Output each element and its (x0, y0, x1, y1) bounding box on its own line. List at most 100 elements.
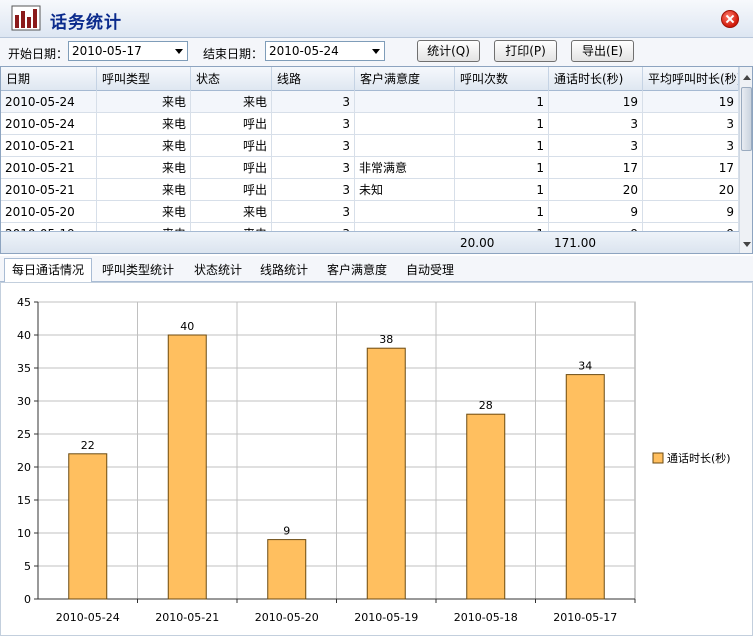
table-cell: 1 (455, 91, 549, 113)
scroll-down-icon[interactable] (740, 237, 752, 253)
data-label: 9 (283, 525, 290, 538)
grid-header: 日期 呼叫类型 状态 线路 客户满意度 呼叫次数 通话时长(秒) 平均呼叫时长(… (1, 67, 739, 91)
data-label: 34 (578, 360, 592, 373)
table-cell: 来电 (191, 223, 272, 231)
column-header[interactable]: 呼叫次数 (455, 67, 549, 91)
table-cell: 来电 (191, 91, 272, 113)
table-cell: 17 (549, 157, 643, 179)
x-tick-label: 2010-05-19 (354, 611, 418, 624)
y-tick-label: 45 (17, 296, 31, 309)
grid-footer: 20.00 171.00 (1, 231, 739, 253)
table-cell: 呼出 (191, 179, 272, 201)
table-cell: 2010-05-24 (1, 91, 97, 113)
bar-chart: 0 5 10 15 20 25 30 35 40 45 22 2010-05-24 40 2010-05-… (17, 296, 731, 624)
column-header[interactable]: 呼叫类型 (97, 67, 191, 91)
chart-app-icon (11, 5, 41, 31)
tab-call-type[interactable]: 呼叫类型统计 (95, 259, 181, 282)
table-row[interactable]: 2010-05-24 来电 来电 3 1 19 19 (1, 91, 739, 113)
data-label: 22 (81, 439, 95, 452)
y-tick-label: 5 (24, 560, 31, 573)
column-header[interactable]: 客户满意度 (355, 67, 455, 91)
table-cell: 19 (549, 91, 643, 113)
data-label: 38 (379, 333, 393, 346)
table-cell (355, 201, 455, 223)
export-button[interactable]: 导出(E) (571, 40, 634, 62)
table-cell: 呼出 (191, 113, 272, 135)
table-cell: 2010-05-21 (1, 157, 97, 179)
end-date-input[interactable] (266, 42, 366, 60)
table-row[interactable]: 2010-05-21 来电 呼出 3 1 3 3 (1, 135, 739, 157)
end-date-picker[interactable] (265, 41, 385, 61)
table-cell: 9 (549, 223, 643, 231)
table-cell: 来电 (97, 135, 191, 157)
toolbar: 开始日期： 结束日期： 统计(Q) 打印(P) 导出(E) (0, 38, 753, 66)
table-cell: 来电 (97, 113, 191, 135)
print-button[interactable]: 打印(P) (494, 40, 557, 62)
column-header[interactable]: 平均呼叫时长(秒) (643, 67, 739, 91)
data-grid[interactable]: 日期 呼叫类型 状态 线路 客户满意度 呼叫次数 通话时长(秒) 平均呼叫时长(… (0, 66, 753, 254)
vertical-scrollbar[interactable] (739, 67, 752, 253)
bar (167, 334, 207, 600)
scroll-thumb[interactable] (741, 87, 752, 151)
x-tick-label: 2010-05-18 (454, 611, 518, 624)
table-cell: 3 (549, 113, 643, 135)
tab-status[interactable]: 状态统计 (187, 259, 249, 282)
table-cell: 1 (455, 113, 549, 135)
start-date-input[interactable] (69, 42, 169, 60)
table-row[interactable]: 2010-05-20 来电 来电 3 1 9 9 (1, 201, 739, 223)
table-row[interactable]: 2010-05-24 来电 呼出 3 1 3 3 (1, 113, 739, 135)
column-header[interactable]: 状态 (191, 67, 272, 91)
table-cell: 1 (455, 201, 549, 223)
y-tick-label: 30 (17, 395, 31, 408)
table-cell: 3 (272, 201, 355, 223)
tab-daily-calls[interactable]: 每日通话情况 (4, 258, 93, 283)
y-tick-label: 0 (24, 593, 31, 606)
table-cell: 9 (643, 201, 739, 223)
table-cell: 19 (643, 91, 739, 113)
table-cell: 3 (272, 135, 355, 157)
table-cell: 非常满意 (355, 157, 455, 179)
table-cell: 2010-05-24 (1, 113, 97, 135)
table-cell (355, 113, 455, 135)
table-row[interactable]: 2010-05-19来电来电3199 (1, 223, 739, 231)
table-cell: 17 (643, 157, 739, 179)
x-tick-label: 2010-05-24 (56, 611, 120, 624)
bar (68, 453, 108, 600)
table-cell: 呼出 (191, 157, 272, 179)
legend-label: 通话时长(秒) (667, 451, 731, 465)
legend-swatch (652, 452, 664, 464)
table-cell: 来电 (97, 179, 191, 201)
bar (366, 347, 406, 600)
table-cell: 20 (549, 179, 643, 201)
tab-satisfaction[interactable]: 客户满意度 (320, 259, 394, 282)
table-cell: 来电 (97, 201, 191, 223)
table-cell: 3 (272, 91, 355, 113)
stats-button[interactable]: 统计(Q) (417, 40, 480, 62)
table-cell: 未知 (355, 179, 455, 201)
bar (565, 374, 605, 600)
y-tick-label: 25 (17, 428, 31, 441)
chevron-down-icon[interactable] (175, 49, 183, 54)
close-icon[interactable] (721, 10, 739, 28)
table-cell: 来电 (97, 91, 191, 113)
table-row[interactable]: 2010-05-21 来电 呼出 3 非常满意 1 17 17 (1, 157, 739, 179)
column-header[interactable]: 通话时长(秒) (549, 67, 643, 91)
table-cell: 20 (643, 179, 739, 201)
table-cell: 呼出 (191, 135, 272, 157)
scroll-up-icon[interactable] (740, 69, 752, 85)
tab-line[interactable]: 线路统计 (253, 259, 315, 282)
table-cell (355, 135, 455, 157)
table-cell: 来电 (191, 201, 272, 223)
table-cell: 3 (272, 157, 355, 179)
chevron-down-icon[interactable] (372, 49, 380, 54)
column-header[interactable]: 日期 (1, 67, 97, 91)
column-header[interactable]: 线路 (272, 67, 355, 91)
tab-bar: 每日通话情况 呼叫类型统计 状态统计 线路统计 客户满意度 自动受理 (0, 256, 753, 283)
table-cell: 2010-05-20 (1, 201, 97, 223)
grid-rows: 2010-05-24 来电 来电 3 1 19 19 2010-05-24 来电 呼出 3 1 3 3 20… (1, 91, 739, 231)
title-bar: 话务统计 (0, 0, 753, 38)
tab-auto-accept[interactable]: 自动受理 (399, 259, 461, 282)
table-cell: 3 (272, 223, 355, 231)
table-row[interactable]: 2010-05-21 来电 呼出 3 未知 1 20 20 (1, 179, 739, 201)
start-date-picker[interactable] (68, 41, 188, 61)
